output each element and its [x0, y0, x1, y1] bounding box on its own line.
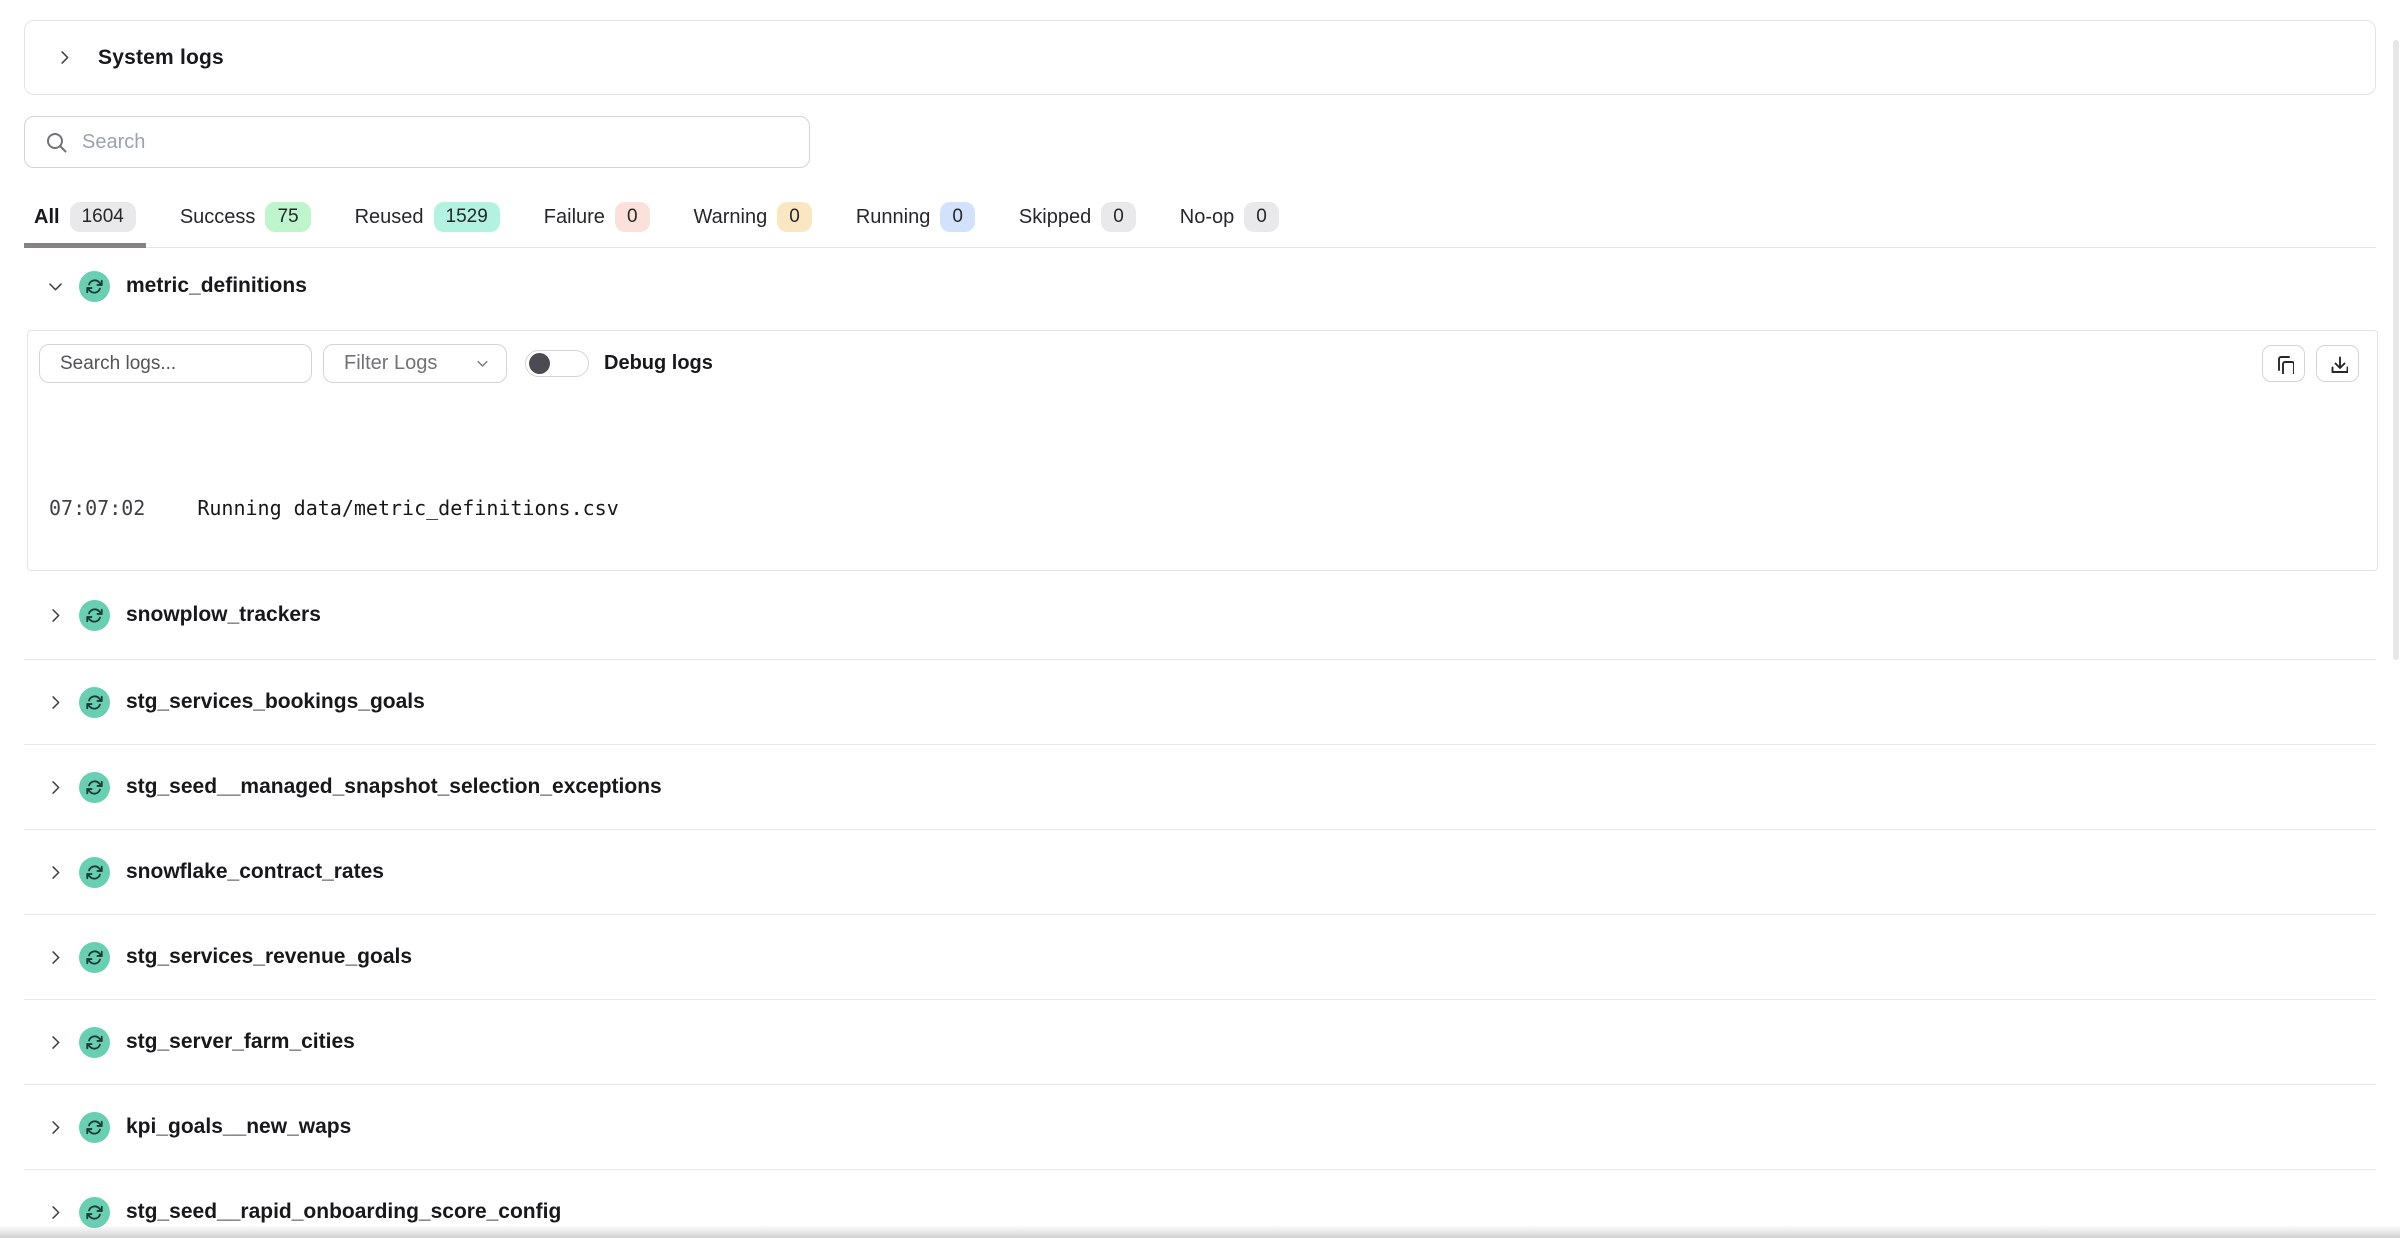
vertical-scrollbar[interactable]: [2393, 40, 2399, 660]
item-name: stg_seed__rapid_onboarding_score_config: [126, 1200, 561, 1224]
bottom-edge-shadow: [0, 1225, 2400, 1238]
chevron-right-icon: [46, 693, 65, 712]
log-item-stg_services_revenue_goals[interactable]: stg_services_revenue_goals: [24, 915, 2376, 1000]
item-name: snowflake_contract_rates: [126, 860, 384, 884]
chevron-down-icon: [475, 356, 490, 371]
chevron-right-icon: [55, 48, 74, 67]
item-name: snowplow_trackers: [126, 603, 321, 627]
status-tab-skipped[interactable]: Skipped 0: [1009, 188, 1146, 247]
status-tab-no-op[interactable]: No-op 0: [1170, 188, 1289, 247]
log-item-stg_services_bookings_goals[interactable]: stg_services_bookings_goals: [24, 660, 2376, 745]
log-item-snowplow_trackers[interactable]: snowplow_trackers: [24, 571, 2376, 660]
reused-status-icon: [79, 942, 110, 973]
tab-label: Failure: [544, 206, 605, 229]
log-line: 07:07:02 Running data/metric_definitions.…: [49, 488, 2377, 528]
tab-label: Warning: [694, 206, 768, 229]
log-item-stg_seed__managed_snapshot_selection_exceptions[interactable]: stg_seed__managed_snapshot_selection_exc…: [24, 745, 2376, 830]
status-tabs: All 1604 Success 75 Reused 1529 Failure …: [24, 188, 2376, 248]
copy-logs-button[interactable]: [2262, 345, 2305, 382]
item-name: kpi_goals__new_waps: [126, 1115, 351, 1139]
download-logs-button[interactable]: [2316, 345, 2359, 382]
reused-status-icon: [79, 1027, 110, 1058]
item-name: stg_services_revenue_goals: [126, 945, 412, 969]
item-name: stg_services_bookings_goals: [126, 690, 425, 714]
tab-label: Skipped: [1019, 206, 1091, 229]
tab-count-badge: 0: [615, 202, 650, 232]
log-item-kpi_goals__new_waps[interactable]: kpi_goals__new_waps: [24, 1085, 2376, 1170]
log-lines: 07:07:02 Running data/metric_definitions.…: [49, 408, 2377, 571]
tab-count-badge: 1529: [434, 202, 500, 232]
reused-status-icon: [79, 687, 110, 718]
reused-status-icon: [79, 600, 110, 631]
chevron-right-icon: [46, 1118, 65, 1137]
tab-label: Reused: [355, 206, 424, 229]
tab-count-badge: 0: [777, 202, 812, 232]
chevron-right-icon: [46, 1033, 65, 1052]
log-message: Running data/metric_definitions.csv: [197, 496, 618, 520]
status-tab-warning[interactable]: Warning 0: [684, 188, 822, 247]
reused-status-icon: [79, 772, 110, 803]
log-item-snowflake_contract_rates[interactable]: snowflake_contract_rates: [24, 830, 2376, 915]
item-name: stg_seed__managed_snapshot_selection_exc…: [126, 775, 662, 799]
filter-logs-dropdown[interactable]: Filter Logs: [323, 344, 507, 383]
status-tab-failure[interactable]: Failure 0: [534, 188, 660, 247]
tab-count-badge: 75: [265, 202, 310, 232]
log-item-stg_server_farm_cities[interactable]: stg_server_farm_cities: [24, 1000, 2376, 1085]
tab-count-badge: 0: [940, 202, 975, 232]
tab-label: All: [34, 206, 60, 229]
debug-logs-label: Debug logs: [604, 352, 713, 375]
reused-status-icon: [79, 857, 110, 888]
tab-count-badge: 0: [1101, 202, 1136, 232]
log-item-list: snowplow_trackers stg_services_bookings_…: [24, 571, 2376, 1238]
tab-count-badge: 1604: [70, 202, 136, 232]
chevron-right-icon: [46, 863, 65, 882]
status-tab-success[interactable]: Success 75: [170, 188, 321, 247]
download-icon: [2328, 354, 2348, 374]
chevron-right-icon: [46, 606, 65, 625]
reused-status-icon: [79, 1112, 110, 1143]
log-item-metric-definitions[interactable]: metric_definitions: [24, 248, 2376, 324]
toggle-knob: [529, 353, 550, 374]
log-timestamp: 07:07:02: [49, 496, 145, 520]
debug-logs-toggle[interactable]: [525, 350, 589, 377]
log-panel: Filter Logs Debug logs 07:07:02 Running d…: [27, 330, 2378, 571]
log-search-input[interactable]: [39, 344, 312, 383]
filter-logs-label: Filter Logs: [344, 352, 437, 375]
tab-label: Success: [180, 206, 256, 229]
search-box[interactable]: [24, 116, 810, 168]
copy-icon: [2274, 354, 2294, 374]
item-name: stg_server_farm_cities: [126, 1030, 355, 1054]
system-logs-header[interactable]: System logs: [24, 20, 2376, 95]
chevron-right-icon: [46, 778, 65, 797]
status-tab-running[interactable]: Running 0: [846, 188, 985, 247]
tab-label: Running: [856, 206, 931, 229]
chevron-right-icon: [46, 1203, 65, 1222]
chevron-right-icon: [46, 948, 65, 967]
status-tab-reused[interactable]: Reused 1529: [345, 188, 510, 247]
tab-count-badge: 0: [1244, 202, 1279, 232]
reused-status-icon: [79, 271, 110, 302]
search-input[interactable]: [82, 131, 791, 154]
system-logs-title: System logs: [98, 46, 224, 70]
status-tab-all[interactable]: All 1604: [24, 188, 146, 247]
item-name: metric_definitions: [126, 274, 307, 298]
reused-status-icon: [79, 1197, 110, 1228]
tab-label: No-op: [1180, 206, 1234, 229]
log-toolbar: Filter Logs Debug logs: [28, 331, 2377, 383]
search-icon: [45, 131, 67, 153]
chevron-down-icon: [46, 277, 65, 296]
